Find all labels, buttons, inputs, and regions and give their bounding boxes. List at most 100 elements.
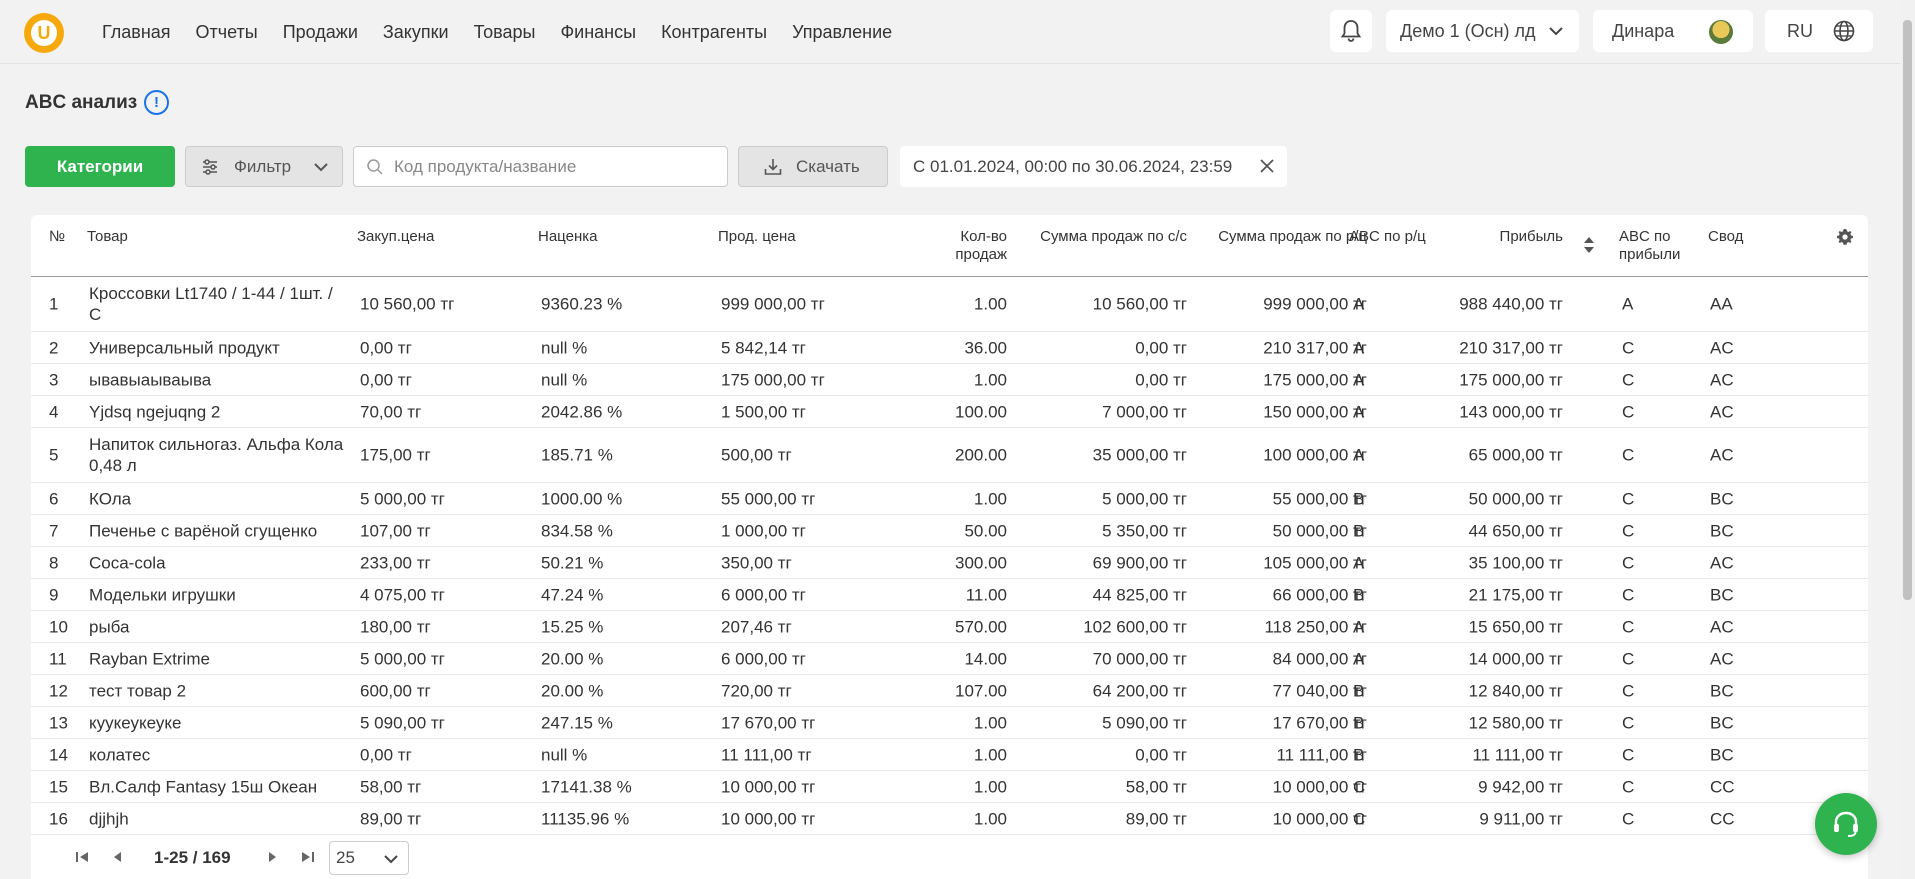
table-row[interactable]: 4 Yjdsq ngejuqng 2 70,00 тг 2042.86 % 1 500,… — [31, 396, 1868, 428]
cell-product: Напиток сильногаз. Альфа Кола 0,48 л — [89, 435, 344, 475]
nav-item-products[interactable]: Товары — [474, 22, 536, 43]
nav-item-finance[interactable]: Финансы — [560, 22, 636, 43]
header-sum-cost[interactable]: Сумма продаж по с/с — [991, 228, 1187, 246]
search-input[interactable] — [394, 147, 714, 186]
cell-sale-price: 350,00 тг — [721, 553, 792, 572]
table-row[interactable]: 14 колатес 0,00 тг null % 11 111,00 тг 1.00 0,… — [31, 739, 1868, 771]
cell-sum-retail: 118 250,00 тг — [1264, 617, 1367, 636]
download-label: Скачать — [796, 156, 860, 176]
support-chat-button[interactable] — [1815, 793, 1877, 855]
cell-summary: BC — [1710, 681, 1734, 700]
download-icon — [764, 159, 782, 175]
cell-sum-cost: 44 825,00 тг — [1092, 585, 1187, 604]
cell-product: колатес — [89, 745, 151, 764]
cell-product: djjhjh — [89, 809, 129, 828]
cell-purchase-price: 233,00 тг — [360, 553, 431, 572]
user-menu[interactable]: Динара — [1593, 10, 1753, 52]
table-row[interactable]: 3 ывавыаываыва 0,00 тг null % 175 000,00 тг 1… — [31, 364, 1868, 396]
cell-product: куукеукеуке — [89, 713, 182, 732]
cell-markup: 1000.00 % — [541, 489, 623, 508]
cell-sale-price: 10 000,00 тг — [721, 809, 816, 828]
table-row[interactable]: 13 куукеукеуке 5 090,00 тг 247.15 % 17 670,0… — [31, 707, 1868, 739]
nav-item-counterparties[interactable]: Контрагенты — [661, 22, 767, 43]
cell-summary: AC — [1710, 553, 1734, 572]
notifications-button[interactable] — [1330, 10, 1372, 52]
cell-markup: 9360.23 % — [541, 294, 623, 314]
gear-icon[interactable] — [1836, 228, 1854, 246]
header-markup[interactable]: Наценка — [538, 228, 597, 246]
cell-product: Вл.Салф Fantasy 15ш Океан — [89, 777, 318, 796]
company-selector[interactable]: Демо 1 (Осн) лд — [1386, 10, 1579, 52]
close-icon[interactable] — [1257, 156, 1277, 176]
cell-abc-profit: C — [1622, 745, 1635, 764]
avatar — [1709, 20, 1733, 44]
table-row[interactable]: 12 тест товар 2 600,00 тг 20.00 % 720,00 тг 1… — [31, 675, 1868, 707]
header-product[interactable]: Товар — [87, 228, 128, 246]
cell-summary: BC — [1710, 489, 1734, 508]
categories-button[interactable]: Категории — [25, 146, 175, 187]
table-row[interactable]: 7 Печенье с варёной сгущенко 107,00 тг 834.… — [31, 515, 1868, 547]
globe-icon — [1833, 20, 1855, 42]
cell-markup: 11135.96 % — [541, 809, 630, 828]
last-page-icon[interactable] — [300, 849, 316, 865]
cell-sale-price: 207,46 тг — [721, 617, 792, 636]
cell-abc-retail: A — [1353, 294, 1365, 314]
sort-icon[interactable] — [1582, 235, 1596, 255]
header-abc-profit[interactable]: ABC по прибыли — [1619, 228, 1691, 264]
cell-sum-cost: 0,00 тг — [1135, 338, 1187, 357]
language-selector[interactable]: RU — [1765, 10, 1873, 52]
header-abc-retail[interactable]: ABC по р/ц — [1349, 228, 1426, 246]
cell-sum-retail: 11 111,00 тг — [1276, 745, 1367, 764]
prev-page-icon[interactable] — [110, 849, 126, 865]
cell-abc-profit: C — [1622, 489, 1635, 508]
cell-sum-cost: 5 090,00 тг — [1102, 713, 1187, 732]
table-row[interactable]: 16 djjhjh 89,00 тг 11135.96 % 10 000,00 тг 1.… — [31, 803, 1868, 835]
table-row[interactable]: 1 Кроссовки Lt1740 / 1-44 / 1шт. / C 10 56… — [31, 277, 1868, 332]
scrollbar-thumb[interactable] — [1903, 20, 1912, 600]
header-summary[interactable]: Свод — [1708, 228, 1743, 246]
nav-item-management[interactable]: Управление — [792, 22, 892, 43]
cell-purchase-price: 5 090,00 тг — [360, 713, 445, 732]
cell-profit: 50 000,00 тг — [1468, 489, 1563, 508]
cell-abc-profit: A — [1622, 294, 1634, 314]
page-scrollbar[interactable] — [1900, 0, 1915, 879]
nav-item-purchases[interactable]: Закупки — [383, 22, 449, 43]
cell-sale-price: 6 000,00 тг — [721, 649, 806, 668]
page-size-select[interactable]: 25 — [329, 841, 409, 875]
next-page-icon[interactable] — [264, 849, 280, 865]
header-profit[interactable]: Прибыль — [1431, 228, 1563, 246]
cell-num: 16 — [49, 809, 68, 828]
date-range-chip[interactable]: С 01.01.2024, 00:00 по 30.06.2024, 23:59 — [900, 146, 1287, 187]
cell-sum-cost: 0,00 тг — [1135, 370, 1187, 389]
table-row[interactable]: 5 Напиток сильногаз. Альфа Кола 0,48 л 175… — [31, 428, 1868, 483]
cell-product: Coca-cola — [89, 553, 166, 572]
nav-item-home[interactable]: Главная — [102, 22, 171, 43]
page-size-value: 25 — [336, 848, 355, 867]
table-row[interactable]: 15 Вл.Салф Fantasy 15ш Океан 58,00 тг 17141… — [31, 771, 1868, 803]
header-sale-price[interactable]: Прод. цена — [718, 228, 796, 246]
cell-markup: null % — [541, 370, 588, 389]
info-icon[interactable]: ! — [144, 90, 169, 115]
first-page-icon[interactable] — [74, 849, 90, 865]
download-button[interactable]: Скачать — [738, 146, 888, 187]
cell-profit: 11 111,00 тг — [1472, 745, 1563, 764]
cell-abc-retail: A — [1353, 649, 1365, 668]
header-sum-retail[interactable]: Сумма продаж по р/ц — [1171, 228, 1367, 246]
table-row[interactable]: 9 Модельки игрушки 4 075,00 тг 47.24 % 6 000… — [31, 579, 1868, 611]
cell-purchase-price: 0,00 тг — [360, 745, 412, 764]
filter-button[interactable]: Фильтр — [185, 146, 343, 187]
cell-markup: 47.24 % — [541, 585, 604, 604]
logo-letter: U — [31, 20, 57, 46]
app-logo[interactable]: U — [24, 13, 64, 53]
table-row[interactable]: 11 Rayban Extrime 5 000,00 тг 20.00 % 6 000,… — [31, 643, 1868, 675]
chevron-down-icon — [1549, 27, 1563, 36]
cell-abc-retail: A — [1353, 402, 1365, 421]
table-row[interactable]: 10 рыба 180,00 тг 15.25 % 207,46 тг 570.00 102… — [31, 611, 1868, 643]
nav-item-sales[interactable]: Продажи — [283, 22, 358, 43]
table-row[interactable]: 6 КОла 5 000,00 тг 1000.00 % 55 000,00 тг 1.0… — [31, 483, 1868, 515]
header-purchase-price[interactable]: Закуп.цена — [357, 228, 434, 246]
cell-product: Универсальный продукт — [89, 338, 280, 357]
table-row[interactable]: 8 Coca-cola 233,00 тг 50.21 % 350,00 тг 300.0… — [31, 547, 1868, 579]
table-row[interactable]: 2 Универсальный продукт 0,00 тг null % 5 842… — [31, 332, 1868, 364]
nav-item-reports[interactable]: Отчеты — [196, 22, 258, 43]
